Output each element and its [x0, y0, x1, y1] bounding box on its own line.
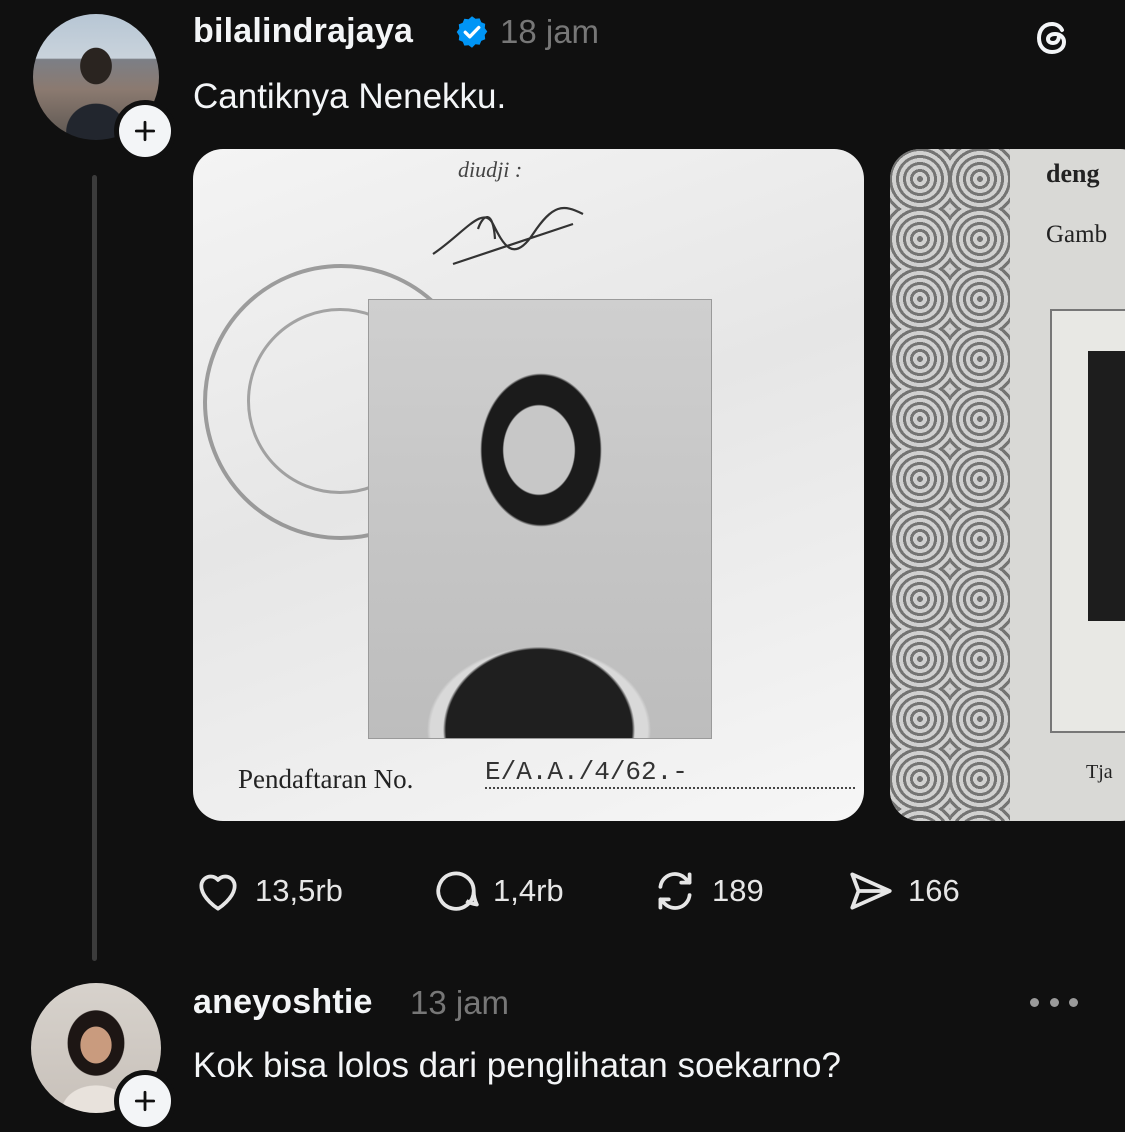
plus-icon [134, 120, 156, 142]
image2-photo-frame [1050, 309, 1125, 733]
like-count: 13,5rb [255, 873, 343, 908]
more-icon-dot [1049, 997, 1059, 1007]
more-options-button[interactable] [1030, 990, 1078, 1014]
thread-line [92, 175, 97, 961]
comment-icon [436, 871, 479, 911]
share-button[interactable]: 166 [846, 866, 960, 916]
image2-photo [1088, 351, 1125, 621]
author-username[interactable]: bilalindrajaya [193, 12, 413, 51]
more-icon-dot [1030, 997, 1039, 1007]
post-image-1[interactable]: diudji : Pendaftaran No. E/A.A./4/62.- [193, 149, 864, 821]
image2-text-line3: Tja [1086, 761, 1113, 783]
image2-text-line1: deng [1046, 159, 1100, 188]
share-count: 166 [908, 873, 960, 908]
threads-logo-icon[interactable] [1029, 14, 1077, 62]
reply-username[interactable]: aneyoshtie [193, 983, 373, 1022]
reply-button[interactable]: 1,4rb [431, 866, 564, 916]
image-text-diudji: diudji : [458, 157, 523, 182]
portrait-photo [368, 299, 712, 739]
post-text: Cantiknya Nenekku. [193, 77, 507, 116]
verified-badge-icon [456, 16, 488, 48]
post-image-2[interactable]: deng Gamb Tja [890, 149, 1125, 821]
follow-button[interactable] [114, 100, 176, 162]
ornamental-border [890, 149, 1010, 821]
reply-follow-button[interactable] [114, 1070, 176, 1132]
post-time: 18 jam [500, 13, 600, 50]
like-button[interactable]: 13,5rb [193, 866, 343, 916]
heart-icon [199, 874, 237, 911]
registration-label: Pendaftaran No. [238, 764, 414, 794]
repost-icon [658, 872, 692, 910]
image2-text-line2: Gamb [1046, 221, 1108, 248]
signature [432, 206, 584, 266]
reply-count: 1,4rb [493, 873, 564, 908]
reply-text: Kok bisa lolos dari penglihatan soekarno… [193, 1046, 841, 1085]
registration-number: E/A.A./4/62.- [485, 757, 855, 789]
share-icon [850, 872, 892, 910]
repost-button[interactable]: 189 [650, 866, 764, 916]
reply-time: 13 jam [410, 984, 510, 1021]
more-icon-dot [1069, 997, 1078, 1007]
plus-icon [134, 1090, 156, 1112]
repost-count: 189 [712, 873, 764, 908]
